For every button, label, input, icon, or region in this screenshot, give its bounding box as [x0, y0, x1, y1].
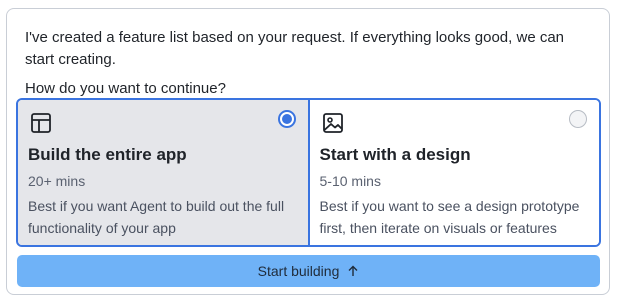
- radio-start-with-design[interactable]: [569, 110, 587, 128]
- option-group: Build the entire app 20+ mins Best if yo…: [16, 98, 601, 247]
- option-description: Best if you want Agent to build out the …: [28, 198, 285, 236]
- continue-question: How do you want to continue?: [25, 80, 226, 97]
- option-title: Build the entire app: [28, 145, 187, 164]
- layout-icon: [31, 113, 51, 133]
- option-title: Start with a design: [319, 145, 471, 164]
- option-start-with-design[interactable]: Start with a design 5-10 mins Best if yo…: [309, 100, 599, 245]
- arrow-up-icon: [348, 265, 358, 276]
- image-icon: [322, 113, 343, 133]
- option-description: Best if you want to see a design prototy…: [319, 198, 580, 236]
- start-building-button[interactable]: Start building: [17, 255, 600, 287]
- option-time-estimate: 5-10 mins: [319, 173, 381, 189]
- start-building-label: Start building: [257, 263, 340, 279]
- option-time-estimate: 20+ mins: [28, 173, 86, 189]
- intro-message: I've created a feature list based on you…: [25, 29, 565, 68]
- option-build-entire-app[interactable]: Build the entire app 20+ mins Best if yo…: [18, 100, 310, 245]
- radio-build-entire-app[interactable]: [277, 110, 296, 128]
